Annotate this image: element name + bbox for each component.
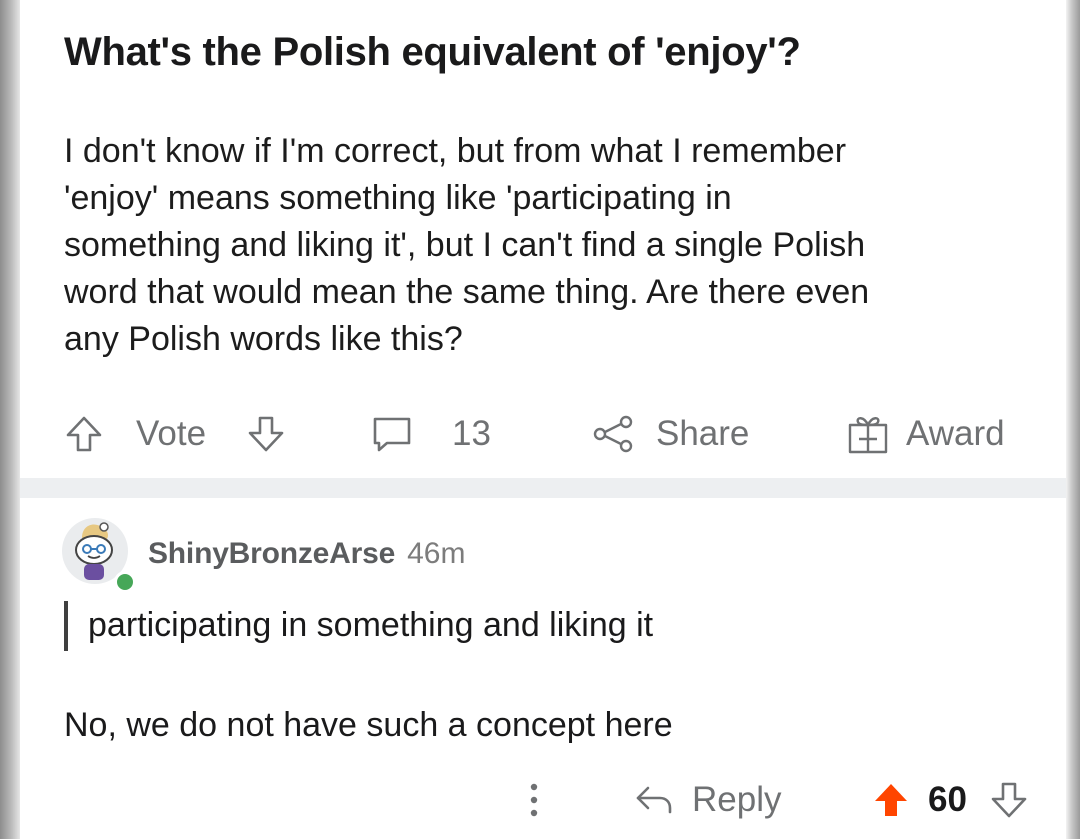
comment-icon (373, 417, 411, 452)
upvote-button[interactable] (64, 404, 104, 464)
award-button[interactable]: Award (846, 404, 1005, 464)
arrow-up-filled-icon (875, 784, 907, 816)
comment-quote: participating in something and liking it (88, 606, 654, 644)
downvote-button[interactable] (246, 404, 286, 464)
vote-label: Vote (136, 414, 207, 453)
comment-text: No, we do not have such a concept here (64, 706, 673, 744)
post-title[interactable]: What's the Polish equivalent of 'enjoy'? (64, 26, 1024, 78)
reply-icon (636, 786, 672, 814)
screenshot-left-edge (0, 0, 20, 839)
post-body-line: 'enjoy' means something like 'participat… (64, 179, 732, 217)
quote-bar (64, 601, 68, 651)
reply-button[interactable]: Reply (632, 770, 781, 830)
comment-meta: ShinyBronzeArse 46m (148, 532, 465, 576)
online-status-indicator (114, 571, 136, 593)
share-label: Share (656, 414, 750, 453)
award-label: Award (906, 414, 1005, 453)
comment-action-bar: Reply 60 (0, 770, 1080, 834)
comment-username[interactable]: ShinyBronzeArse (148, 537, 395, 571)
share-button[interactable]: Share (590, 404, 749, 464)
post-body: I don't know if I'm correct, but from wh… (64, 128, 1024, 363)
more-options-button[interactable] (522, 770, 546, 830)
share-icon (593, 415, 633, 453)
reply-label: Reply (692, 780, 782, 819)
post-body-line: word that would mean the same thing. Are… (64, 273, 870, 311)
comments-button[interactable]: 13 (370, 404, 491, 464)
post-body-line: I don't know if I'm correct, but from wh… (64, 132, 847, 170)
comment-count: 13 (452, 414, 491, 453)
screenshot-right-edge (1066, 0, 1080, 839)
arrow-down-icon (248, 416, 284, 452)
gift-icon (848, 417, 888, 454)
comment-upvote-button[interactable] (872, 770, 910, 830)
comment-downvote-button[interactable] (990, 770, 1028, 830)
post-body-line: any Polish words like this? (64, 320, 463, 358)
post-action-bar: Vote 13 Share Award (64, 404, 1034, 464)
post-body-line: something and liking it', but I can't fi… (64, 226, 866, 264)
more-vertical-icon (530, 783, 538, 817)
comment-timestamp: 46m (407, 537, 466, 570)
arrow-up-icon (66, 416, 102, 452)
section-divider (20, 478, 1066, 498)
comment-vote-count: 60 (928, 780, 967, 819)
arrow-down-icon (991, 782, 1027, 818)
